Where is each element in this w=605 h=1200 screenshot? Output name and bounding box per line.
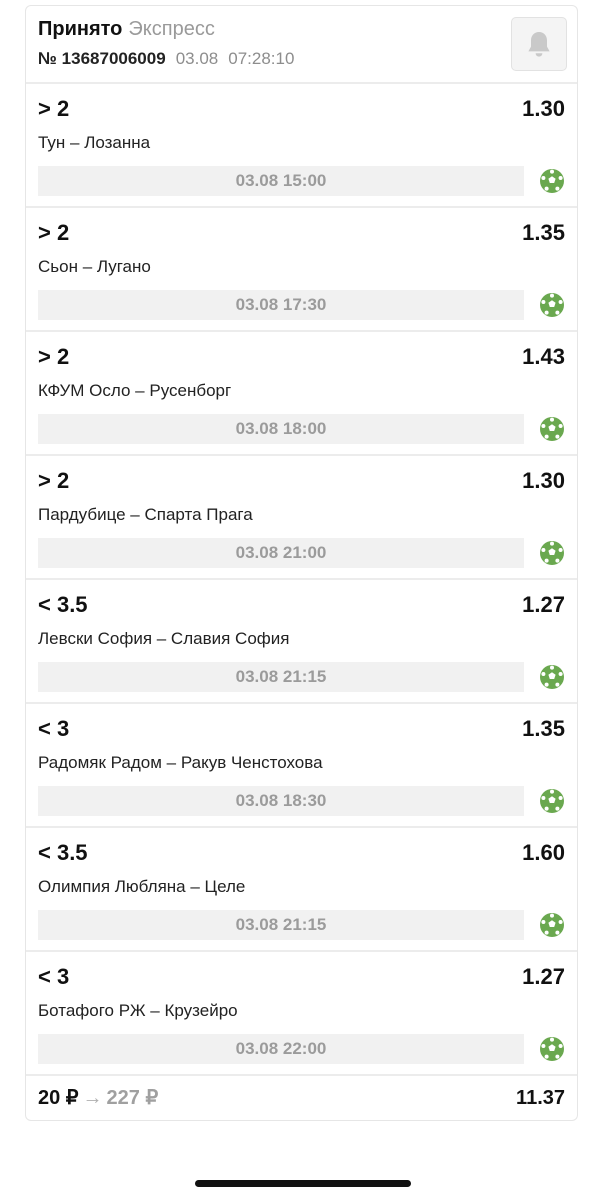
event-start-time: 03.08 18:00 [38,414,524,444]
bet-time: 07:28:10 [228,49,295,68]
soccer-ball-icon [539,416,565,442]
soccer-ball-icon [539,292,565,318]
event-row[interactable]: > 2 1.43 КФУМ Осло – Русенборг 03.08 18:00 [26,332,577,456]
event-odds: 1.35 [522,716,565,741]
total-odds: 11.37 [516,1087,565,1109]
stake-amount: 20 ₽ [38,1087,79,1109]
home-indicator[interactable] [195,1180,411,1187]
event-odds: 1.27 [522,964,565,989]
event-odds: 1.30 [522,96,565,121]
soccer-ball-icon [539,168,565,194]
event-outcome: < 3.5 [38,840,88,865]
bet-card: Принято Экспресс № 13687006009 03.08 07:28:… [25,5,578,1121]
event-teams: Радомяк Радом – Ракув Ченстохова [38,753,323,772]
event-outcome: < 3 [38,716,70,741]
divider [26,1074,577,1076]
bet-header: Принято Экспресс № 13687006009 03.08 07:28:… [38,14,567,82]
event-teams: КФУМ Осло – Русенборг [38,381,232,400]
event-row[interactable]: > 2 1.30 Пардубице – Спарта Прага 03.08 21:… [26,456,577,580]
event-outcome: < 3.5 [38,592,88,617]
soccer-ball-icon [539,540,565,566]
event-teams: Левски София – Славия София [38,629,290,648]
bet-type: Экспресс [128,18,215,40]
event-teams: Тун – Лозанна [38,133,151,152]
event-teams: Ботафого РЖ – Крузейро [38,1001,238,1020]
event-outcome: > 2 [38,468,70,493]
event-start-time: 03.08 18:30 [38,786,524,816]
event-outcome: > 2 [38,220,70,245]
event-odds: 1.27 [522,592,565,617]
event-odds: 1.43 [522,344,565,369]
event-start-time: 03.08 21:15 [38,662,524,692]
event-teams: Пардубице – Спарта Прага [38,505,253,524]
bet-footer: 20 ₽ → 227 ₽ 11.37 [38,1083,565,1113]
event-row[interactable]: < 3 1.27 Ботафого РЖ – Крузейро 03.08 22:00 [26,952,577,1076]
bet-date: 03.08 [175,49,219,68]
event-odds: 1.35 [522,220,565,245]
bet-status: Принято [38,18,123,40]
event-row[interactable]: < 3.5 1.27 Левски София – Славия София 03.0… [26,580,577,704]
event-outcome: > 2 [38,344,70,369]
arrow-icon: → [82,1087,103,1109]
notification-button[interactable] [511,17,567,71]
event-start-time: 03.08 15:00 [38,166,524,196]
potential-payout: 227 ₽ [106,1087,159,1109]
event-odds: 1.60 [522,840,565,865]
soccer-ball-icon [539,664,565,690]
event-row[interactable]: > 2 1.30 Тун – Лозанна 03.08 15:00 [26,84,577,208]
soccer-ball-icon [539,788,565,814]
soccer-ball-icon [539,1036,565,1062]
event-outcome: > 2 [38,96,70,121]
event-teams: Сьон – Лугано [38,257,151,276]
event-start-time: 03.08 21:00 [38,538,524,568]
event-row[interactable]: < 3.5 1.60 Олимпия Любляна – Целе 03.08 21:… [26,828,577,952]
event-row[interactable]: < 3 1.35 Радомяк Радом – Ракув Ченстохова 0… [26,704,577,828]
event-odds: 1.30 [522,468,565,493]
event-teams: Олимпия Любляна – Целе [38,877,246,896]
bet-number: № 13687006009 [38,49,166,68]
soccer-ball-icon [539,912,565,938]
bet-title-row: Принято Экспресс [38,14,565,44]
bet-meta-row: № 13687006009 03.08 07:28:10 [38,48,565,70]
event-row[interactable]: > 2 1.35 Сьон – Лугано 03.08 17:30 [26,208,577,332]
event-outcome: < 3 [38,964,70,989]
event-start-time: 03.08 21:15 [38,910,524,940]
event-start-time: 03.08 17:30 [38,290,524,320]
event-start-time: 03.08 22:00 [38,1034,524,1064]
bell-icon [528,32,550,57]
